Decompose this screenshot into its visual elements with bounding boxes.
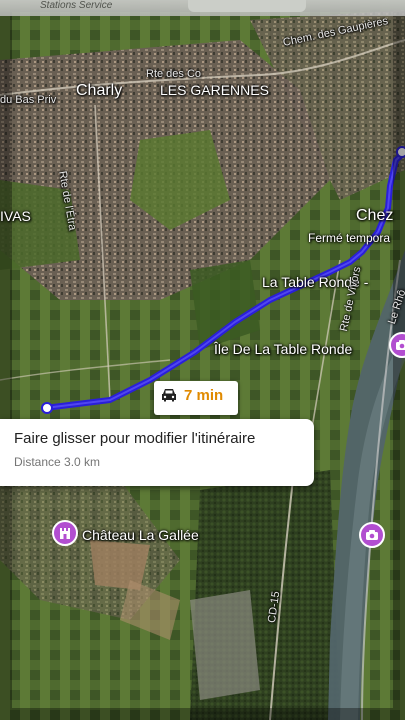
route-distance: Distance 3.0 km (14, 455, 101, 469)
top-pill (188, 0, 306, 12)
place-label-chateau[interactable]: Château La Gallée (82, 527, 199, 543)
route-time-chip[interactable]: 7 min (154, 381, 238, 415)
road-label-du-bas-priv: du Bas Priv (0, 94, 57, 106)
route-drag-tooltip[interactable]: Faire glisser pour modifier l'itinéraire… (0, 419, 314, 486)
route-start-dot[interactable] (41, 402, 53, 414)
camera-icon[interactable] (359, 522, 385, 548)
route-duration: 7 min (184, 387, 224, 404)
place-label-vivas[interactable]: IVAS (0, 208, 31, 224)
top-status-strip: Stations Service (0, 0, 405, 16)
drag-hint-text: Faire glisser pour modifier l'itinéraire (14, 430, 256, 447)
road-label-rte-des-co: Rte des Co (146, 68, 202, 80)
place-label-chez[interactable]: Chez (356, 207, 393, 225)
place-label-ile-table-ronde[interactable]: Île De La Table Ronde (214, 341, 352, 357)
car-icon (162, 389, 176, 402)
header-partial-text: Stations Service (40, 0, 113, 11)
landmark-icon[interactable] (52, 520, 78, 546)
place-label-charly[interactable]: Charly (76, 82, 122, 100)
place-label-ferme-temporairement: Fermé tempora (308, 231, 391, 245)
satellite-map[interactable] (0, 0, 405, 720)
place-label-les-garennes[interactable]: LES GARENNES (160, 82, 269, 98)
